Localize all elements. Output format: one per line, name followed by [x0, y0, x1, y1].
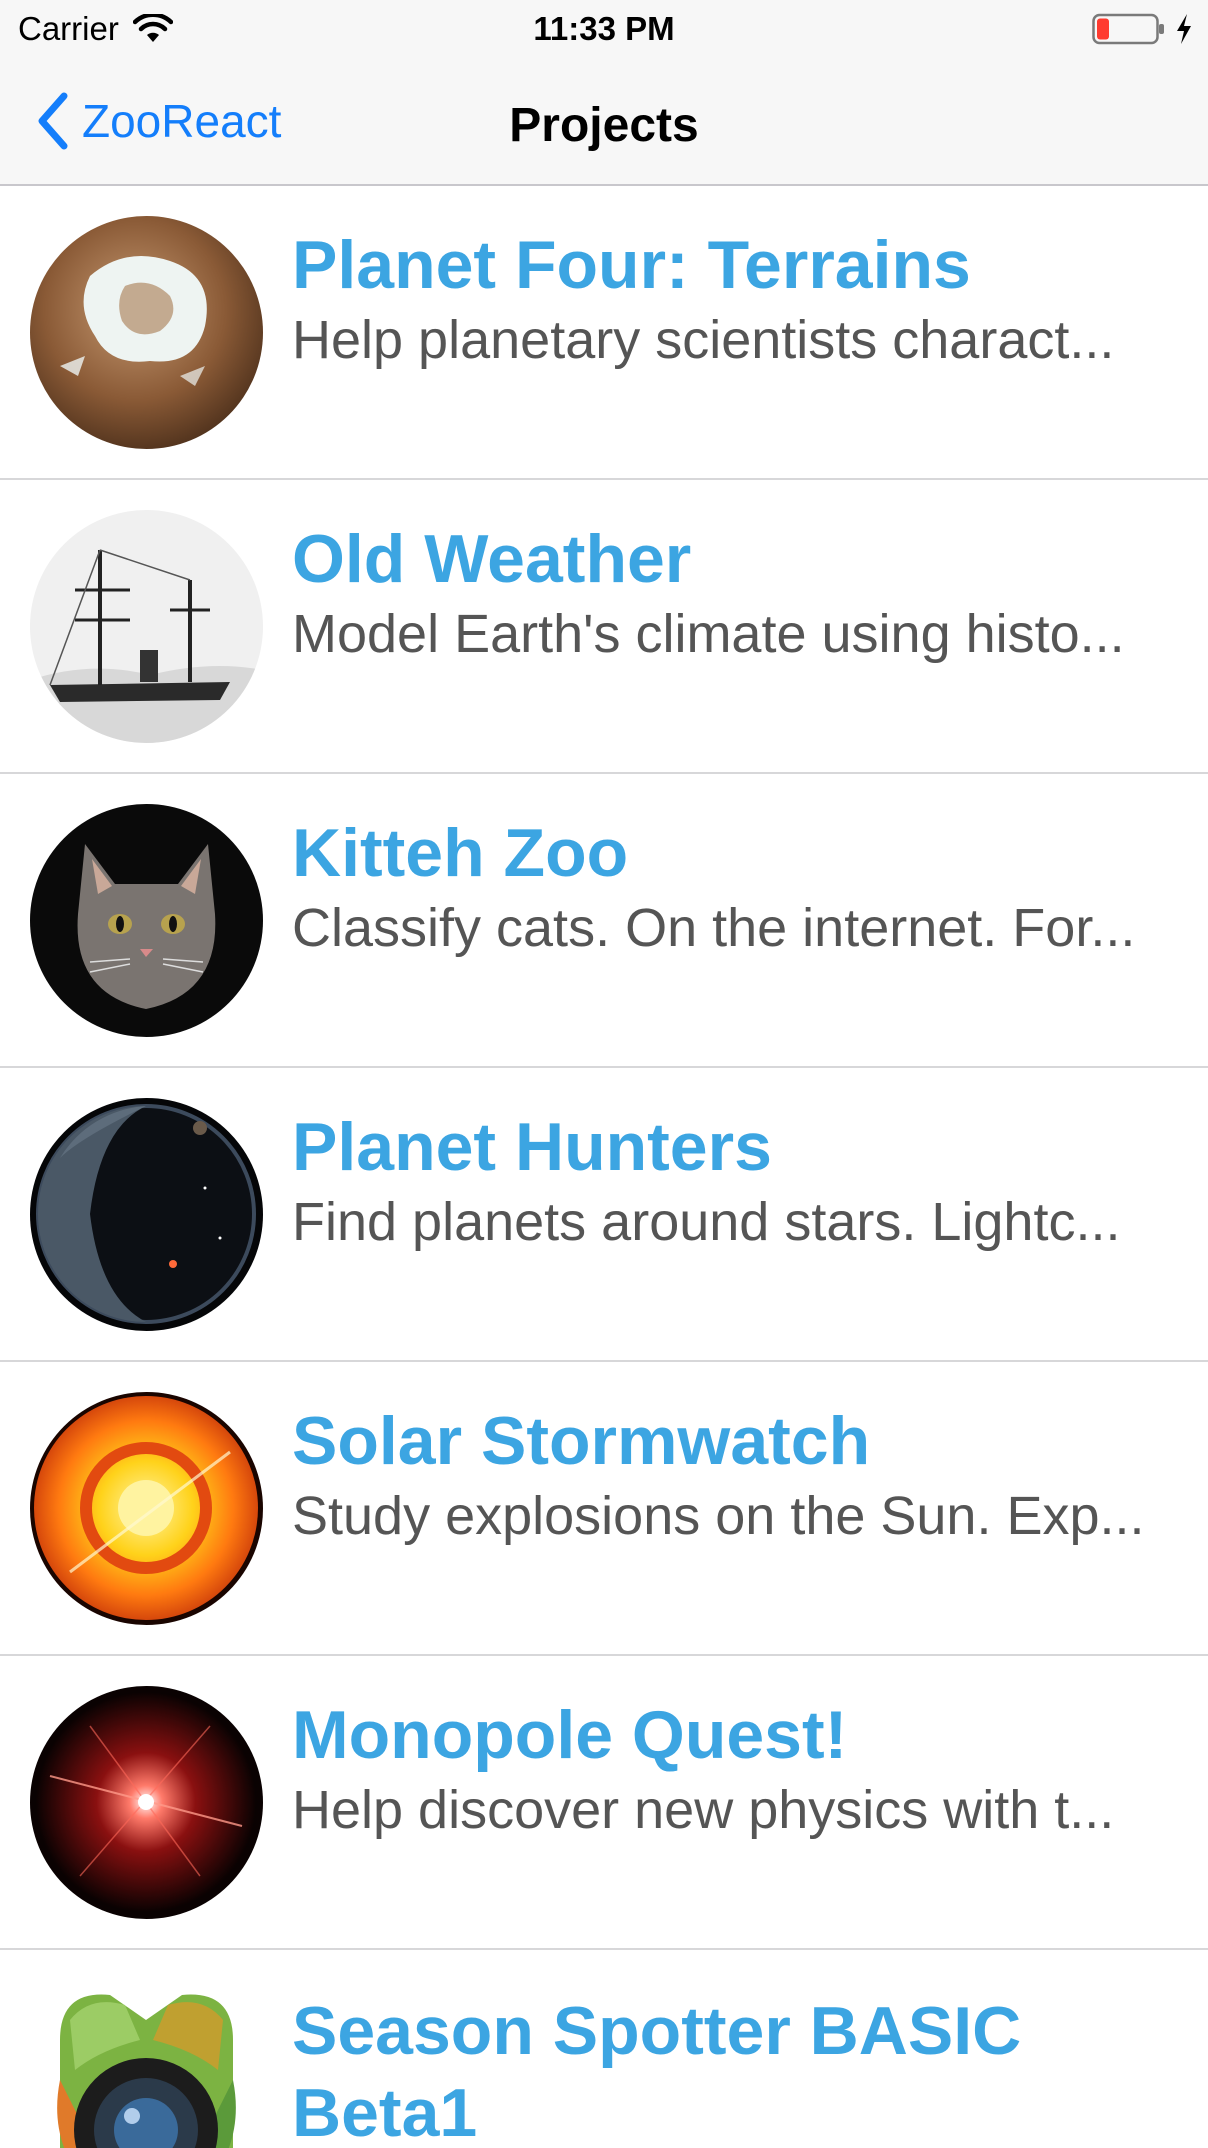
project-list: Planet Four: Terrains Help planetary sci… — [0, 186, 1208, 2148]
project-row-solar-stormwatch[interactable]: Solar Stormwatch Study explosions on the… — [0, 1362, 1208, 1656]
status-time: 11:33 PM — [533, 10, 675, 47]
project-description: Classify cats. On the internet. For... — [292, 898, 1136, 958]
project-row-monopole-quest[interactable]: Monopole Quest! Help discover new physic… — [0, 1656, 1208, 1950]
navigation-bar: ZooReact Projects — [0, 60, 1208, 186]
mars-terrain-thumbnail — [30, 216, 263, 449]
cat-thumbnail — [30, 804, 263, 1037]
project-title: Season Spotter BASIC Beta1 — [292, 1993, 1022, 2148]
status-right — [1092, 12, 1194, 46]
project-title: Planet Four: Terrains — [292, 227, 971, 303]
particle-burst-thumbnail — [30, 1686, 263, 1919]
status-bar: Carrier 11:33 PM — [0, 0, 1208, 60]
charging-bolt-icon — [1174, 12, 1194, 46]
app-screen: Carrier 11:33 PM ZooReact Projects Plane… — [0, 0, 1208, 2148]
project-title: Kitteh Zoo — [292, 815, 629, 891]
project-description: Help planetary scientists charact... — [292, 310, 1115, 370]
project-title: Monopole Quest! — [292, 1697, 848, 1773]
camera-leaves-thumbnail — [30, 1980, 263, 2148]
project-row-season-spotter[interactable]: Season Spotter BASIC Beta1 — [0, 1950, 1208, 2148]
project-description: Find planets around stars. Lightc... — [292, 1192, 1121, 1252]
page-title: Projects — [509, 99, 699, 152]
planet-thumbnail — [30, 1098, 263, 1331]
project-row-planet-four-terrains[interactable]: Planet Four: Terrains Help planetary sci… — [0, 186, 1208, 480]
project-description: Help discover new physics with t... — [292, 1780, 1115, 1840]
project-title: Planet Hunters — [292, 1109, 772, 1185]
sailing-ship-thumbnail — [30, 510, 263, 743]
sun-thumbnail — [30, 1392, 263, 1625]
project-title: Old Weather — [292, 521, 692, 597]
project-description: Model Earth's climate using histo... — [292, 604, 1125, 664]
project-row-planet-hunters[interactable]: Planet Hunters Find planets around stars… — [0, 1068, 1208, 1362]
project-row-kitteh-zoo[interactable]: Kitteh Zoo Classify cats. On the interne… — [0, 774, 1208, 1068]
battery-icon — [1092, 12, 1166, 46]
project-title: Solar Stormwatch — [292, 1403, 871, 1479]
project-description: Study explosions on the Sun. Exp... — [292, 1486, 1145, 1546]
project-row-old-weather[interactable]: Old Weather Model Earth's climate using … — [0, 480, 1208, 774]
